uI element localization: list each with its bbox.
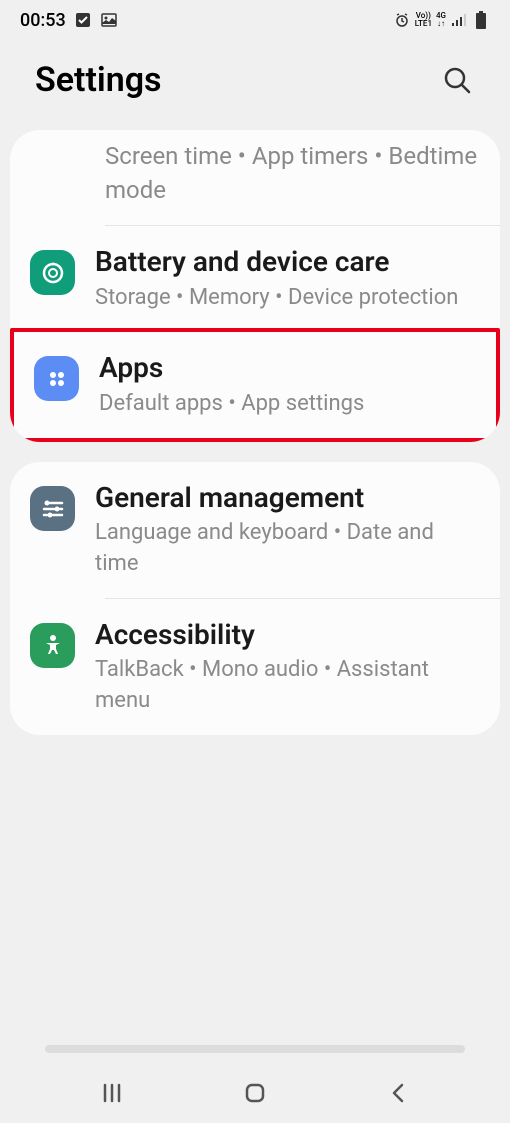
network-gen: 4G ↓↑ — [436, 12, 446, 28]
item-title: Battery and device care — [95, 244, 480, 280]
navigation-bar — [0, 1063, 510, 1123]
item-content: Accessibility TalkBack • Mono audio • As… — [95, 617, 480, 717]
back-button[interactable] — [368, 1073, 428, 1113]
item-subtitle: Language and keyboard • Date and time — [95, 518, 480, 580]
home-icon — [243, 1081, 267, 1105]
settings-item-apps[interactable]: Apps Default apps • App settings — [10, 328, 500, 441]
item-subtitle: Screen time • App timers • Bedtime mode — [105, 140, 480, 207]
home-button[interactable] — [225, 1073, 285, 1113]
settings-group-1: Screen time • App timers • Bedtime mode … — [10, 130, 500, 442]
status-bar: 00:53 Vo)) LTE1 4G ↓↑ — [0, 0, 510, 40]
status-right: Vo)) LTE1 4G ↓↑ — [393, 11, 490, 29]
settings-item-battery-device-care[interactable]: Battery and device care Storage • Memory… — [10, 226, 500, 331]
signal-icon — [450, 11, 468, 29]
settings-item-accessibility[interactable]: Accessibility TalkBack • Mono audio • As… — [10, 599, 500, 735]
status-left: 00:53 — [20, 10, 118, 31]
back-icon — [388, 1081, 408, 1105]
settings-item-general-management[interactable]: General management Language and keyboard… — [10, 462, 500, 598]
device-care-icon — [30, 250, 75, 295]
image-icon — [100, 11, 118, 29]
settings-group-2: General management Language and keyboard… — [10, 462, 500, 735]
status-time: 00:53 — [20, 10, 66, 31]
network-label: Vo)) LTE1 — [415, 12, 432, 28]
scroll-indicator — [45, 1045, 465, 1053]
settings-item-digital-wellbeing[interactable]: Screen time • App timers • Bedtime mode — [10, 130, 500, 225]
item-subtitle: Default apps • App settings — [99, 389, 476, 420]
item-content: Screen time • App timers • Bedtime mode — [105, 140, 480, 207]
item-subtitle: Storage • Memory • Device protection — [95, 283, 480, 314]
accessibility-icon — [30, 623, 75, 668]
page-title: Settings — [35, 60, 162, 100]
general-management-icon — [30, 486, 75, 531]
item-subtitle: TalkBack • Mono audio • Assistant menu — [95, 655, 480, 717]
item-title: General management — [95, 480, 480, 516]
item-title: Apps — [99, 350, 476, 386]
item-content: General management Language and keyboard… — [95, 480, 480, 580]
checkbox-icon — [74, 11, 92, 29]
apps-icon — [34, 356, 79, 401]
recents-button[interactable] — [82, 1073, 142, 1113]
search-button[interactable] — [439, 62, 475, 98]
alarm-icon — [393, 11, 411, 29]
item-content: Battery and device care Storage • Memory… — [95, 244, 480, 313]
item-title: Accessibility — [95, 617, 480, 653]
header: Settings — [0, 40, 510, 130]
battery-icon — [472, 11, 490, 29]
recents-icon — [101, 1082, 123, 1104]
item-content: Apps Default apps • App settings — [99, 350, 476, 419]
search-icon — [442, 65, 472, 95]
